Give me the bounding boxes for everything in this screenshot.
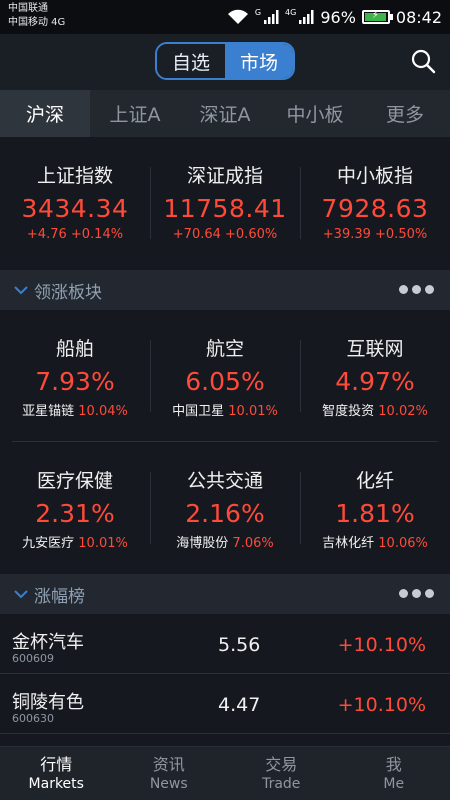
nav-label-cn: 交易 [265, 755, 298, 774]
network-type-1: G [254, 7, 262, 17]
index-value: 7928.63 [321, 194, 429, 223]
sector-card[interactable]: 航空 6.05% 中国卫星 10.01% [150, 310, 300, 442]
leader-change: 10.04% [78, 404, 128, 419]
sector-name: 船舶 [55, 338, 94, 360]
nav-markets[interactable]: 行情 Markets [0, 747, 113, 800]
clock: 08:42 [395, 7, 442, 27]
leader-stock: 海博股份 [176, 536, 229, 551]
section-header-leading-sectors[interactable]: 领涨板块 [0, 270, 450, 310]
leader-change: 7.06% [232, 536, 274, 551]
sector-change: 4.97% [335, 367, 415, 396]
network-type-2: 4G [285, 7, 297, 17]
stock-price: 4.47 [218, 694, 261, 716]
sector-name: 公共交通 [186, 470, 263, 492]
tab-shenzhen-a[interactable]: 深证A [180, 90, 270, 137]
leader-stock: 亚星锚链 [22, 404, 75, 419]
sector-name: 互联网 [346, 338, 404, 360]
tab-more[interactable]: 更多 [360, 90, 450, 137]
index-card[interactable]: 上证指数 3434.34 +4.76 +0.14% [0, 137, 150, 270]
segment-control: 自选 市场 [155, 42, 295, 80]
index-value: 11758.41 [163, 194, 287, 223]
sector-change: 2.31% [35, 499, 115, 528]
app-header: 自选 市场 [0, 34, 450, 90]
sector-card[interactable]: 医疗保健 2.31% 九安医疗 10.01% [0, 442, 150, 574]
leader-change: 10.01% [228, 404, 278, 419]
nav-me[interactable]: 我 Me [338, 747, 450, 800]
nav-label-cn: 我 [385, 755, 402, 774]
bottom-navigation: 行情 Markets 资讯 News 交易 Trade 我 Me [0, 746, 450, 800]
section-title: 领涨板块 [34, 282, 102, 303]
index-change: +39.39 +0.50% [322, 227, 428, 242]
sector-name: 医疗保健 [36, 470, 113, 492]
sector-change: 2.16% [185, 499, 265, 528]
nav-label-en: News [149, 776, 188, 792]
tab-hushen[interactable]: 沪深 [0, 90, 90, 137]
tab-sme-board[interactable]: 中小板 [270, 90, 360, 137]
signal-icon-1 [264, 10, 279, 24]
chevron-down-icon [14, 590, 28, 599]
index-card[interactable]: 中小板指 7928.63 +39.39 +0.50% [300, 137, 450, 270]
leader-change: 10.06% [378, 536, 428, 551]
leader-stock: 吉林化纤 [322, 536, 375, 551]
wifi-icon [227, 9, 248, 24]
sector-card[interactable]: 公共交通 2.16% 海博股份 7.06% [150, 442, 300, 574]
leader-change: 10.02% [378, 404, 428, 419]
index-card[interactable]: 深证成指 11758.41 +70.64 +0.60% [150, 137, 300, 270]
list-item[interactable]: 铜陵有色 600630 4.47 +10.10% [0, 674, 450, 734]
leader-stock: 智度投资 [322, 404, 375, 419]
nav-news[interactable]: 资讯 News [113, 747, 226, 800]
sector-card[interactable]: 化纤 1.81% 吉林化纤 10.06% [300, 442, 450, 574]
gainers-list: 金杯汽车 600609 5.56 +10.10% 铜陵有色 600630 4.4… [0, 614, 450, 745]
nav-trade[interactable]: 交易 Trade [225, 747, 338, 800]
status-bar: 中国联通 中国移动 4G G 4G 96% ⚡ 08:42 [0, 0, 450, 34]
section-header-gainers[interactable]: 涨幅榜 [0, 574, 450, 614]
stock-change: +10.10% [337, 634, 426, 656]
sector-name: 航空 [205, 338, 244, 360]
battery-percent: 96% [320, 7, 356, 27]
leader-stock: 中国卫星 [172, 404, 225, 419]
nav-label-en: Markets [28, 776, 84, 792]
segment-watchlist[interactable]: 自选 [157, 44, 225, 78]
index-name: 中小板指 [336, 165, 413, 187]
index-summary: 上证指数 3434.34 +4.76 +0.14% 深证成指 11758.41 … [0, 137, 450, 270]
sector-change: 6.05% [185, 367, 265, 396]
signal-icon-2 [299, 10, 314, 24]
search-icon[interactable] [410, 48, 436, 74]
more-dots-icon[interactable] [399, 285, 434, 294]
sector-name: 化纤 [355, 470, 394, 492]
nav-label-en: Me [383, 776, 405, 792]
stock-name: 铜陵有色 [12, 692, 84, 713]
tab-shanghai-a[interactable]: 上证A [90, 90, 180, 137]
stock-code: 600630 [12, 712, 54, 725]
leader-stock: 九安医疗 [22, 536, 75, 551]
index-name: 上证指数 [36, 165, 113, 187]
battery-icon: ⚡ [361, 10, 393, 24]
sector-grid: 船舶 7.93% 亚星锚链 10.04% 航空 6.05% 中国卫星 10.01… [0, 310, 450, 574]
nav-label-en: Trade [262, 776, 301, 792]
sector-change: 7.93% [35, 367, 115, 396]
more-dots-icon[interactable] [399, 589, 434, 598]
index-change: +4.76 +0.14% [26, 227, 124, 242]
section-title: 涨幅榜 [34, 586, 85, 607]
list-item[interactable]: 金杯汽车 600609 5.56 +10.10% [0, 614, 450, 674]
chevron-down-icon [14, 286, 28, 295]
market-tabs: 沪深 上证A 深证A 中小板 更多 [0, 90, 450, 137]
stock-price: 5.56 [218, 634, 261, 656]
nav-label-cn: 资讯 [152, 755, 185, 774]
segment-market[interactable]: 市场 [225, 44, 293, 78]
index-name: 深证成指 [186, 165, 263, 187]
carrier-2: 中国移动 4G [8, 17, 66, 28]
sector-card[interactable]: 互联网 4.97% 智度投资 10.02% [300, 310, 450, 442]
stock-change: +10.10% [337, 694, 426, 716]
leader-change: 10.01% [78, 536, 128, 551]
carrier-1: 中国联通 [8, 3, 48, 14]
stock-name: 金杯汽车 [12, 632, 84, 653]
stock-code: 600609 [12, 652, 54, 665]
nav-label-cn: 行情 [40, 755, 73, 774]
sector-change: 1.81% [335, 499, 415, 528]
index-change: +70.64 +0.60% [172, 227, 278, 242]
index-value: 3434.34 [21, 194, 129, 223]
sector-card[interactable]: 船舶 7.93% 亚星锚链 10.04% [0, 310, 150, 442]
